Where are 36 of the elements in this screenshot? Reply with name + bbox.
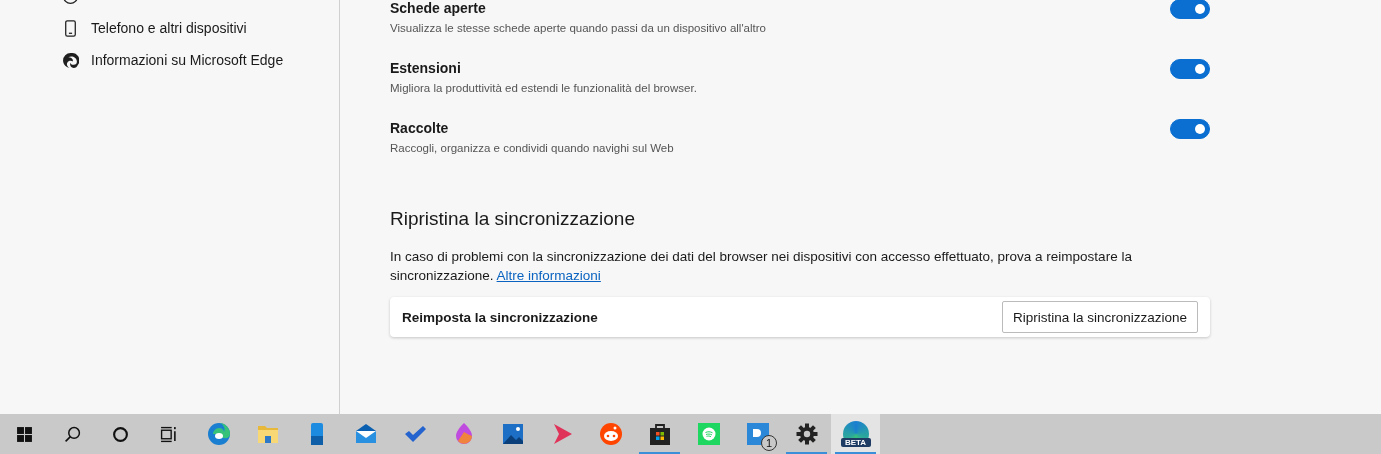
toggle-switch[interactable] <box>1170 119 1210 139</box>
reset-sync-button[interactable]: Ripristina la sincronizzazione <box>1001 301 1198 333</box>
app-tile-icon[interactable] <box>745 422 770 446</box>
setting-description: Raccogli, organizza e condividi quando navighi sul Web <box>390 142 674 154</box>
setting-description: Visualizza le stesse schede aperte quando passi da un dispositivo all'altro <box>390 22 766 34</box>
setting-title: Raccolte <box>390 120 450 136</box>
card-label: Reimposta la sincronizzazione <box>402 309 598 325</box>
taskbar-button[interactable]: 1 <box>733 414 782 454</box>
notification-badge: 1 <box>761 435 777 451</box>
section-heading: Ripristina la sincronizzazione <box>390 208 636 230</box>
sidebar-item[interactable]: Informazioni su Microsoft Edge <box>62 44 339 76</box>
edge-beta-icon[interactable]: BETA <box>842 421 869 447</box>
edge-logo-icon[interactable] <box>206 422 231 446</box>
description-text: In caso di problemi con la sincronizzazione dei dati del browser nei dispositivi con accesso effettuato, prova a reimpostare la sincronizzazione. Altre informazioni <box>390 248 1133 285</box>
setting-title: Estensioni <box>390 60 462 76</box>
running-indicator <box>639 452 680 454</box>
sidebar-item[interactable]: Telefono e altri dispositivi <box>62 12 339 44</box>
taskbar-button[interactable]: BETA <box>831 414 880 454</box>
alien-face-icon[interactable] <box>598 422 623 446</box>
shopping-bag-icon[interactable] <box>647 422 672 446</box>
setting-description: Migliora la produttività ed estendi le funzionalità del browser. <box>390 82 697 94</box>
picture-icon[interactable] <box>500 422 525 446</box>
running-indicator <box>786 452 827 454</box>
toggle-switch[interactable] <box>1170 0 1210 19</box>
task-view-icon[interactable] <box>159 425 177 443</box>
windows-start-icon[interactable] <box>15 425 33 443</box>
edge-logo-icon <box>62 51 79 69</box>
running-indicator <box>835 452 876 454</box>
mail-icon[interactable] <box>353 422 378 446</box>
search-icon[interactable] <box>63 425 81 443</box>
circle-icon[interactable] <box>111 425 129 443</box>
phone-icon <box>62 19 79 37</box>
setting-title: Schede aperte <box>390 0 487 16</box>
settings-icon[interactable] <box>794 422 819 446</box>
toggle-switch[interactable] <box>1170 59 1210 79</box>
more-info-link[interactable]: Altre informazioni <box>496 268 601 283</box>
